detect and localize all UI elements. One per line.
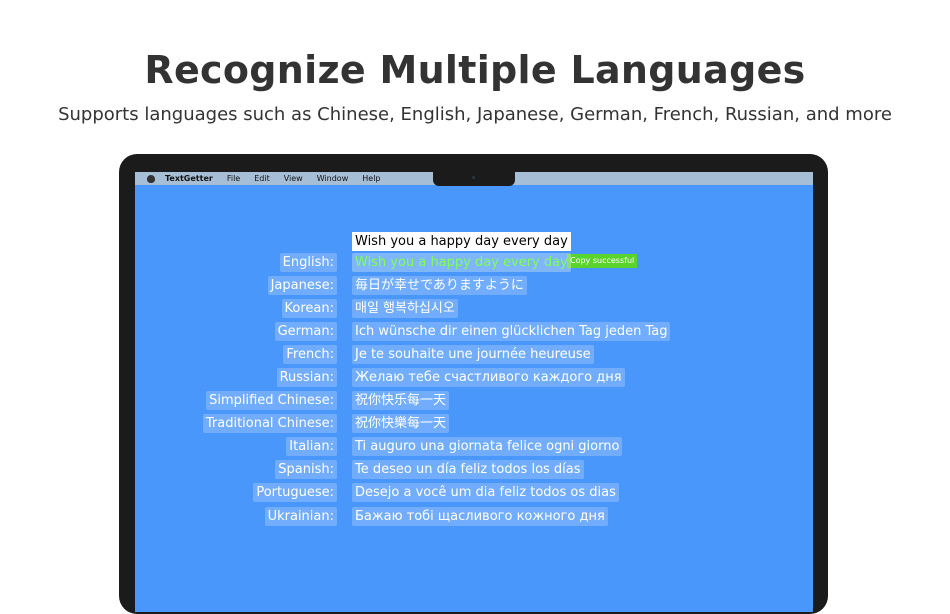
translation-row-german: German: Ich wünsche dir einen glückliche… — [135, 322, 813, 341]
translation-row-japanese: Japanese: 毎日が幸せでありますように — [135, 276, 813, 295]
translation-text[interactable]: Je te souhaite une journée heureuse — [352, 345, 594, 364]
language-label: Portuguese: — [253, 483, 337, 502]
language-label: Japanese: — [267, 276, 337, 295]
translation-text[interactable]: Wish you a happy day every day — [352, 253, 571, 272]
translation-row-english: English: Wish you a happy day every day — [135, 253, 813, 272]
language-label: English: — [279, 253, 337, 272]
translation-row-russian: Russian: Желаю тебе счастливого каждого … — [135, 368, 813, 387]
translation-text[interactable]: Бажаю тобі щасливого кожного дня — [352, 507, 608, 526]
menu-help[interactable]: Help — [362, 172, 380, 185]
translation-row-traditional-chinese: Traditional Chinese: 祝你快樂每一天 — [135, 414, 813, 433]
language-label: Italian: — [286, 437, 337, 456]
language-label: French: — [283, 345, 337, 364]
language-label: Russian: — [276, 368, 337, 387]
translation-text[interactable]: 祝你快樂每一天 — [352, 414, 450, 433]
language-label: Traditional Chinese: — [202, 414, 337, 433]
laptop-frame: TextGetter File Edit View Window Help Wi… — [119, 154, 828, 614]
apple-icon[interactable] — [147, 174, 155, 183]
translation-text[interactable]: Desejo a você um dia feliz todos os dias — [352, 483, 619, 502]
translation-row-italian: Italian: Ti auguro una giornata felice o… — [135, 437, 813, 456]
language-label: Spanish: — [275, 460, 337, 479]
hero-title: Recognize Multiple Languages — [144, 48, 806, 92]
language-label: Simplified Chinese: — [206, 391, 337, 410]
menu-view[interactable]: View — [284, 172, 303, 185]
translation-text[interactable]: 매일 행복하십시오 — [352, 299, 458, 318]
translation-row-portuguese: Portuguese: Desejo a você um dia feliz t… — [135, 483, 813, 502]
hero-subtitle: Supports languages such as Chinese, Engl… — [58, 104, 892, 125]
language-label: Ukrainian: — [264, 507, 337, 526]
translation-text[interactable]: 祝你快乐每一天 — [352, 391, 450, 410]
translation-text[interactable]: Желаю тебе счастливого каждого дня — [352, 368, 625, 387]
translation-text[interactable]: Ich wünsche dir einen glücklichen Tag je… — [352, 322, 671, 341]
menu-window[interactable]: Window — [317, 172, 349, 185]
menu-app-name[interactable]: TextGetter — [165, 172, 213, 185]
translation-text[interactable]: Ti auguro una giornata felice ogni giorn… — [352, 437, 623, 456]
translation-row-korean: Korean: 매일 행복하십시오 — [135, 299, 813, 318]
desktop-screen: TextGetter File Edit View Window Help Wi… — [135, 172, 813, 612]
source-text-box[interactable]: Wish you a happy day every day — [352, 232, 571, 251]
menu-edit[interactable]: Edit — [254, 172, 270, 185]
language-label: German: — [274, 322, 337, 341]
menu-file[interactable]: File — [227, 172, 240, 185]
translation-row-spanish: Spanish: Te deseo un día feliz todos los… — [135, 460, 813, 479]
translation-row-ukrainian: Ukrainian: Бажаю тобі щасливого кожного … — [135, 507, 813, 526]
translation-row-french: French: Je te souhaite une journée heure… — [135, 345, 813, 364]
translation-text[interactable]: 毎日が幸せでありますように — [352, 276, 527, 295]
camera-icon — [472, 176, 475, 179]
language-label: Korean: — [281, 299, 337, 318]
translation-text[interactable]: Te deseo un día feliz todos los días — [352, 460, 584, 479]
camera-notch — [433, 172, 515, 186]
translation-row-simplified-chinese: Simplified Chinese: 祝你快乐每一天 — [135, 391, 813, 410]
